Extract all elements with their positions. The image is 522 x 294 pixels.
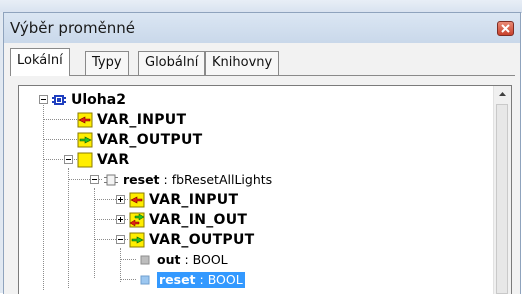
tree-label-reset-var-in-out: VAR_IN_OUT bbox=[149, 212, 248, 228]
tree-node-out[interactable]: out : BOOL bbox=[137, 250, 228, 270]
tree-node-var[interactable]: VAR bbox=[77, 150, 129, 170]
tree-label-reset-var-input: VAR_INPUT bbox=[149, 192, 239, 208]
tab-globalni[interactable]: Globální bbox=[138, 51, 206, 75]
tree-label-var: VAR bbox=[97, 152, 130, 168]
tree-node-reset-fb[interactable]: reset : fbResetAllLights bbox=[103, 170, 272, 190]
collapse-reset-toggle[interactable] bbox=[90, 175, 99, 184]
tree-label-reset-type: : fbResetAllLights bbox=[159, 172, 273, 187]
tree-label-uloha2: Uloha2 bbox=[71, 92, 126, 108]
title-bar[interactable]: Výběr proměnné bbox=[4, 13, 520, 43]
variable-tree[interactable]: Uloha2 VAR_INPUT VAR_OUTPUT VAR reset: … bbox=[18, 85, 512, 294]
tree-scrollbar[interactable] bbox=[493, 86, 511, 294]
variable-picker-dialog: Výběr proměnné Lokální Typy Globální Kni… bbox=[3, 12, 521, 294]
var-in-out-icon bbox=[129, 212, 145, 228]
expand-var-in-out-toggle[interactable] bbox=[116, 215, 125, 224]
tree-node-var-input[interactable]: VAR_INPUT bbox=[77, 110, 186, 130]
tree-label-sel-name: reset bbox=[159, 272, 196, 287]
scroll-up-button[interactable] bbox=[494, 86, 511, 103]
tab-strip-border bbox=[10, 75, 515, 76]
scroll-up-icon bbox=[499, 92, 506, 96]
tab-typy[interactable]: Typy bbox=[85, 51, 129, 75]
tree-node-reset-var-input[interactable]: VAR_INPUT bbox=[129, 190, 238, 210]
collapse-var-output-toggle[interactable] bbox=[116, 235, 125, 244]
tree-label-out-type: : BOOL bbox=[180, 252, 228, 267]
scroll-thumb[interactable] bbox=[496, 104, 508, 294]
tree-node-var-output[interactable]: VAR_OUTPUT bbox=[77, 130, 203, 150]
tree-node-reset-var-in-out[interactable]: VAR_IN_OUT bbox=[129, 210, 247, 230]
tree-label-out-name: out bbox=[157, 252, 181, 267]
bool-variable-icon bbox=[137, 252, 153, 268]
collapse-var-toggle[interactable] bbox=[64, 155, 73, 164]
tree-label-var-input: VAR_INPUT bbox=[97, 112, 187, 128]
tree-label-sel-type: : BOOL bbox=[195, 272, 243, 287]
dialog-body: Lokální Typy Globální Knihovny Uloha2 VA… bbox=[4, 43, 520, 294]
expand-var-input-toggle[interactable] bbox=[116, 195, 125, 204]
var-input-icon bbox=[129, 192, 145, 208]
var-input-icon bbox=[77, 112, 93, 128]
close-button[interactable] bbox=[497, 21, 514, 36]
tree-node-reset-var-output[interactable]: VAR_OUTPUT bbox=[129, 230, 255, 250]
collapse-uloha2-toggle[interactable] bbox=[39, 95, 48, 104]
var-output-icon bbox=[77, 132, 93, 148]
var-output-icon bbox=[129, 232, 145, 248]
tab-lokalni[interactable]: Lokální bbox=[10, 48, 70, 76]
close-icon bbox=[501, 24, 510, 33]
tree-node-reset-bool-selected[interactable]: reset : BOOL bbox=[137, 270, 245, 290]
tree-label-reset-name: reset bbox=[123, 172, 160, 187]
tree-label-reset-var-output: VAR_OUTPUT bbox=[149, 232, 255, 248]
tree-label-var-output: VAR_OUTPUT bbox=[97, 132, 203, 148]
var-folder-icon bbox=[77, 152, 93, 168]
tab-knihovny[interactable]: Knihovny bbox=[205, 51, 280, 75]
dialog-title: Výběr proměnné bbox=[10, 19, 136, 37]
tree-node-uloha2[interactable]: Uloha2 bbox=[51, 90, 126, 110]
function-block-icon bbox=[103, 172, 119, 188]
program-icon bbox=[51, 92, 67, 108]
bool-variable-icon bbox=[137, 272, 153, 288]
